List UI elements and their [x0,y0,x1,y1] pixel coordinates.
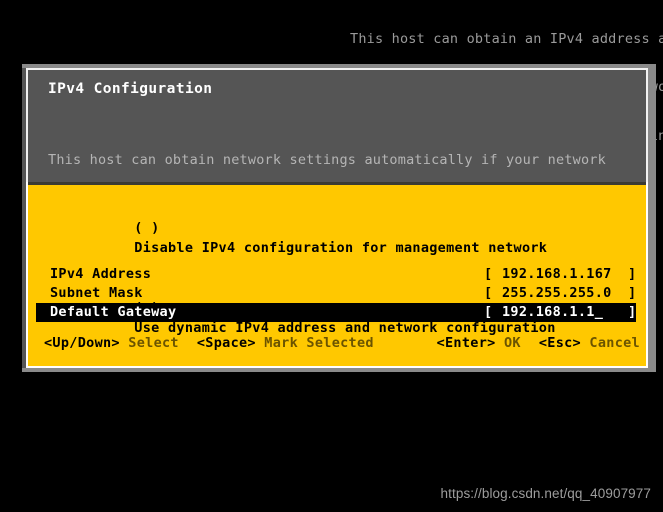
radio-marker: ( ) [134,220,168,236]
field-row-subnet-mask[interactable]: Subnet Mask [ 255.255.255.0 ] [36,284,636,303]
field-bracket-right: ] [628,266,637,282]
ipv4-address-input[interactable]: 192.168.1.167 [502,265,612,284]
dialog-title: IPv4 Configuration [48,81,213,97]
field-bracket-right: ] [628,304,637,320]
key-desc: Mark Selected [264,335,374,351]
key-name: <Up/Down> [44,335,129,351]
key-hint-esc-cancel[interactable]: <Esc> Cancel [539,335,640,351]
dialog-key-hints: <Up/Down> Select <Space> Mark Selected <E… [36,334,642,352]
key-hint-space[interactable]: <Space> Mark Selected [197,335,374,351]
screen-root: { "screen": { "background_color": "#0000… [0,0,663,512]
key-hint-updown[interactable]: <Up/Down> Select [44,335,179,351]
key-desc: Select [128,335,179,351]
dialog-info-area: IPv4 Configuration This host can obtain … [26,68,648,182]
key-hints-right: <Enter> OK <Esc> Cancel [437,334,640,352]
dialog-description: This host can obtain network settings au… [48,114,631,182]
field-bracket-left: [ [484,285,493,301]
key-hints-left: <Up/Down> Select <Space> Mark Selected [44,334,374,352]
field-label: IPv4 Address [50,266,152,282]
dialog-body: IPv4 Configuration This host can obtain … [22,68,648,368]
static-ip-fields: IPv4 Address [ 192.168.1.167 ] Subnet Ma… [36,265,636,322]
ipv4-configuration-dialog: IPv4 Configuration This host can obtain … [22,64,656,372]
console-line: This host can obtain an IPv4 address an [350,30,663,47]
key-name: <Enter> [436,335,504,351]
field-bracket-right: ] [628,285,637,301]
field-label: Subnet Mask [50,285,143,301]
key-desc: OK [503,335,521,351]
selection-panel: ( ) Disable IPv4 configuration for manag… [26,182,648,368]
key-desc: Cancel [589,335,640,351]
panel-top-edge [28,182,646,185]
key-name: <Esc> [538,335,590,351]
key-hint-enter-ok[interactable]: <Enter> OK [437,335,521,351]
radio-label: Disable IPv4 configuration for managemen… [134,240,548,256]
default-gateway-input[interactable]: 192.168.1.1_ [502,303,603,322]
watermark-url: https://blog.csdn.net/qq_40907977 [440,486,651,501]
field-row-default-gateway[interactable]: Default Gateway [ 192.168.1.1_ ] [36,303,636,322]
subnet-mask-input[interactable]: 255.255.255.0 [502,284,612,303]
radio-option-static-ipv4[interactable]: (o) Set static IPv4 address and network … [50,358,610,366]
key-name: <Space> [196,335,265,351]
description-line: This host can obtain network settings au… [48,152,606,168]
field-bracket-left: [ [484,304,493,320]
field-label: Default Gateway [50,304,177,320]
field-row-ipv4-address[interactable]: IPv4 Address [ 192.168.1.167 ] [36,265,636,284]
field-bracket-left: [ [484,266,493,282]
